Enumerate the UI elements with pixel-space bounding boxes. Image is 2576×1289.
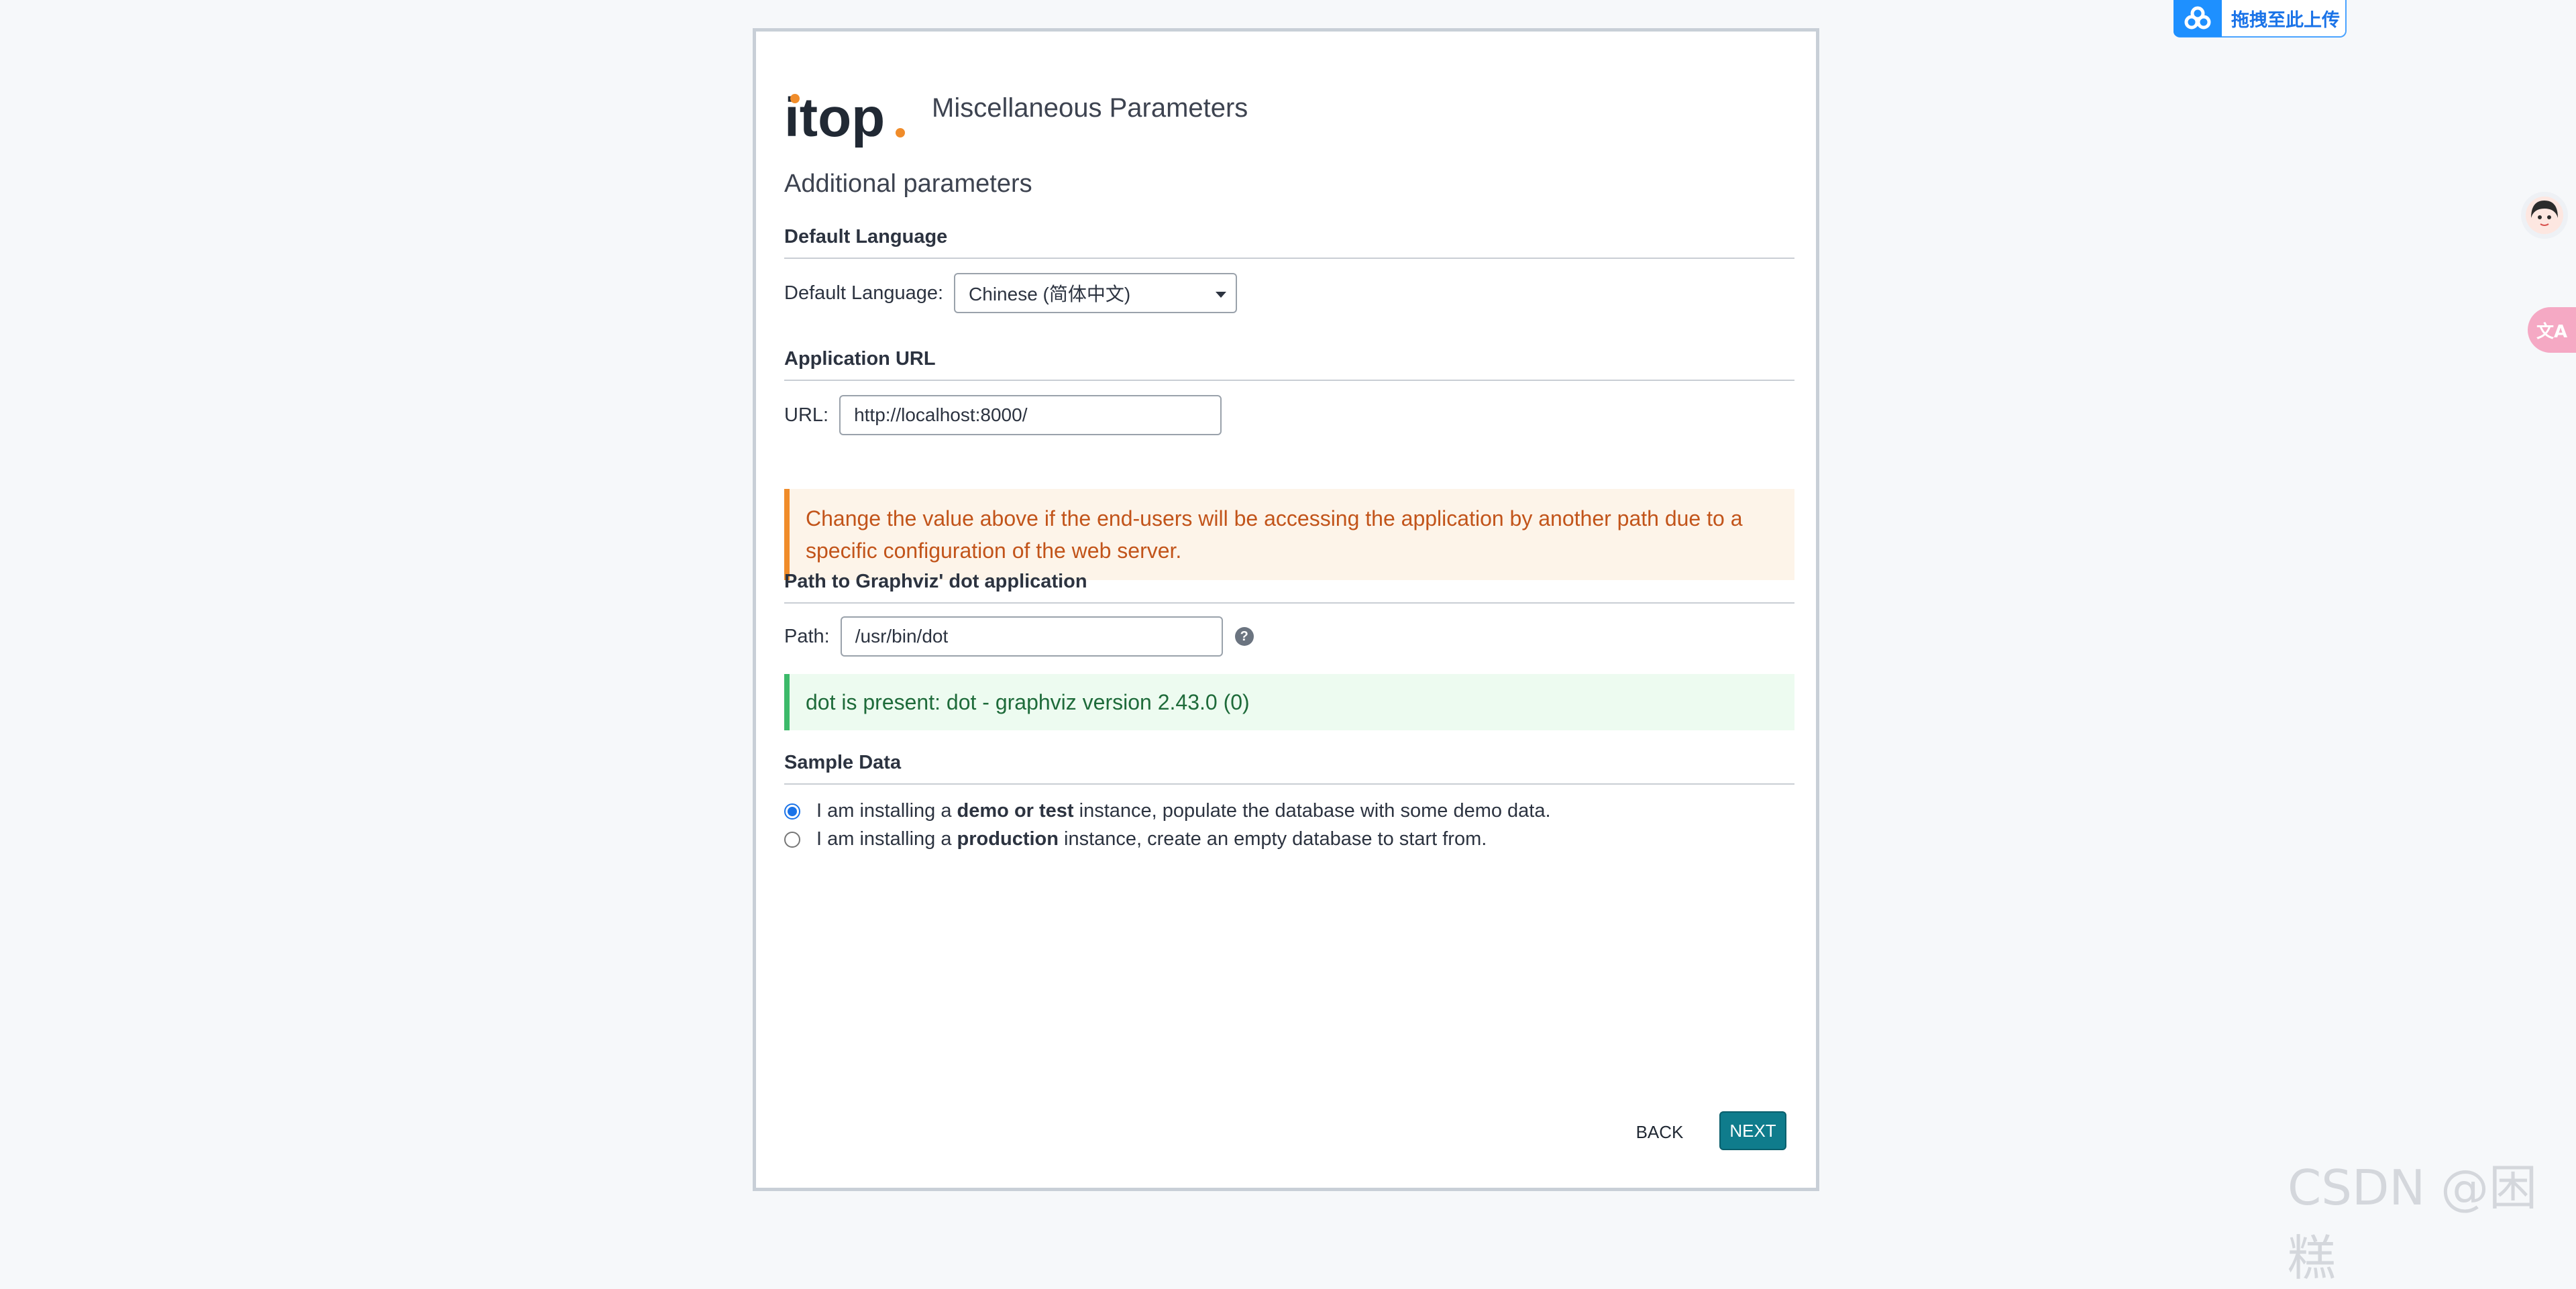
next-button[interactable]: NEXT	[1719, 1111, 1786, 1150]
production-radio[interactable]	[784, 831, 800, 848]
chevron-down-icon	[1216, 292, 1227, 298]
translate-glyph: 文A	[2536, 321, 2568, 342]
graphviz-path-input[interactable]	[840, 616, 1223, 657]
default-language-selected-value: Chinese (简体中文)	[969, 284, 1131, 304]
default-language-section-title: Default Language	[784, 226, 1794, 259]
url-warning-message: Change the value above if the end-users …	[784, 489, 1794, 580]
application-url-row: URL:	[784, 395, 1222, 435]
section-subtitle: Additional parameters	[784, 170, 1032, 198]
translate-icon[interactable]: 文A	[2528, 307, 2576, 353]
assistant-avatar-icon[interactable]	[2521, 192, 2568, 239]
header: itop	[784, 76, 912, 170]
page-title: Miscellaneous Parameters	[932, 93, 1248, 123]
graphviz-section-title: Path to Graphviz' dot application	[784, 571, 1794, 604]
path-label: Path:	[784, 625, 830, 647]
question-circle-icon[interactable]: ?	[1234, 627, 1254, 646]
url-label: URL:	[784, 404, 829, 426]
application-url-section-title: Application URL	[784, 348, 1794, 381]
demo-radio[interactable]	[784, 803, 800, 820]
cloud-upload-icon	[2174, 0, 2222, 37]
setup-panel: itop Miscellaneous Parameters Additional…	[753, 28, 1819, 1191]
upload-dropzone[interactable]: 拖拽至此上传	[2174, 0, 2347, 38]
sample-data-section-title: Sample Data	[784, 752, 1794, 785]
sample-data-option-production[interactable]: I am installing a production instance, c…	[784, 828, 1487, 850]
default-language-row: Default Language: Chinese (简体中文)	[784, 273, 1238, 313]
production-radio-label: I am installing a production instance, c…	[816, 828, 1487, 850]
demo-radio-label: I am installing a demo or test instance,…	[816, 800, 1551, 822]
upload-label: 拖拽至此上传	[2231, 9, 2340, 31]
graphviz-path-row: Path: ?	[784, 616, 1254, 657]
sample-data-option-demo[interactable]: I am installing a demo or test instance,…	[784, 800, 1551, 822]
default-language-select[interactable]: Chinese (简体中文)	[954, 273, 1238, 313]
itop-logo: itop	[784, 89, 912, 156]
url-input[interactable]	[839, 395, 1222, 435]
graphviz-status-message: dot is present: dot - graphviz version 2…	[784, 674, 1794, 730]
default-language-label: Default Language:	[784, 282, 944, 304]
watermark: CSDN @困糕	[2288, 1160, 2538, 1286]
back-button[interactable]: BACK	[1636, 1115, 1684, 1149]
